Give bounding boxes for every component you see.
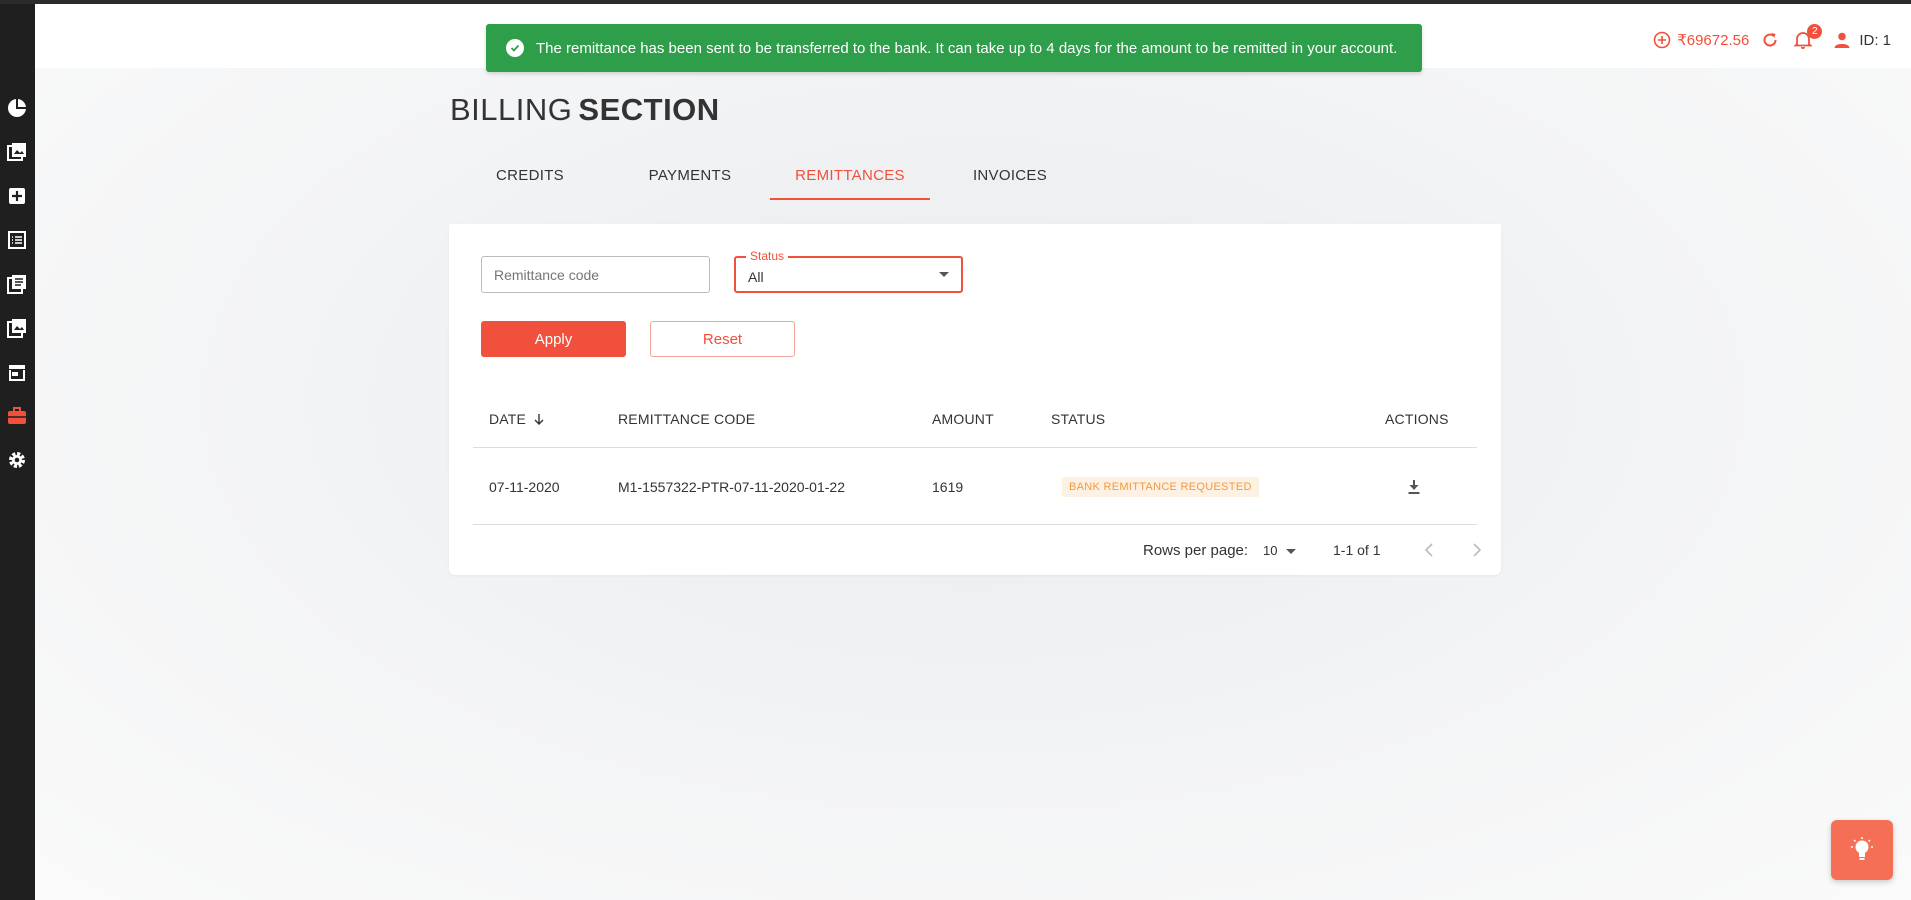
table-row: 07-11-2020 M1-1557322-PTR-07-11-2020-01-… (473, 449, 1477, 525)
rows-per-page-caret-icon[interactable] (1286, 549, 1296, 554)
remittance-code-input[interactable] (481, 256, 710, 293)
page-title-bold: SECTION (578, 92, 720, 127)
pagination: Rows per page: 10 1-1 of 1 (449, 525, 1501, 575)
pagination-range: 1-1 of 1 (1333, 542, 1381, 558)
success-toast: The remittance has been sent to be trans… (486, 24, 1422, 72)
images-icon[interactable] (5, 140, 29, 164)
dashboard-pie-icon[interactable] (5, 96, 29, 120)
page-title: BILLING SECTION (450, 92, 720, 128)
list-icon[interactable] (5, 228, 29, 252)
page-title-light: BILLING (450, 92, 573, 127)
column-header-amount: AMOUNT (932, 410, 994, 427)
add-credit-icon (1653, 31, 1671, 49)
billing-tabs: CREDITS PAYMENTS REMITTANCES INVOICES (450, 160, 1090, 200)
user-menu[interactable]: ID: 1 (1833, 31, 1891, 49)
toast-message: The remittance has been sent to be trans… (536, 39, 1398, 57)
sort-arrow-down-icon (534, 413, 544, 425)
status-select[interactable]: Status All (734, 249, 963, 293)
previous-page-chevron-icon[interactable] (1420, 541, 1438, 559)
credit-balance[interactable]: ₹69672.56 (1653, 31, 1749, 49)
user-id: ID: 1 (1859, 31, 1891, 49)
settings-gear-icon[interactable] (5, 448, 29, 472)
user-icon (1834, 32, 1850, 48)
column-header-status: STATUS (1051, 410, 1106, 427)
check-circle-icon (506, 39, 524, 57)
column-header-date[interactable]: DATE (489, 390, 546, 447)
status-select-value: All (748, 269, 764, 285)
lightbulb-icon (1851, 837, 1873, 860)
caret-down-icon (939, 272, 949, 277)
reset-button[interactable]: Reset (650, 321, 795, 357)
status-badge: BANK REMITTANCE REQUESTED (1062, 476, 1259, 497)
header-actions: ₹69672.56 2 ID: 1 (1653, 24, 1891, 52)
tips-lightbulb-button[interactable] (1831, 820, 1893, 880)
notifications-bell-icon[interactable]: 2 (1793, 24, 1823, 50)
photo-library-icon[interactable] (5, 316, 29, 340)
tab-payments[interactable]: PAYMENTS (610, 160, 770, 200)
refresh-icon[interactable] (1761, 31, 1779, 49)
notification-badge: 2 (1807, 24, 1823, 39)
table-header: DATE REMITTANCE CODE AMOUNT STATUS ACTIO… (473, 390, 1477, 448)
column-date-label: DATE (489, 410, 527, 427)
tab-credits[interactable]: CREDITS (450, 160, 610, 200)
remittances-card: Status All Apply Reset DATE REMITTANCE C… (449, 224, 1501, 575)
download-icon[interactable] (1407, 449, 1421, 524)
apply-button[interactable]: Apply (481, 321, 626, 357)
row-remittance-code: M1-1557322-PTR-07-11-2020-01-22 (618, 478, 845, 495)
tab-remittances[interactable]: REMITTANCES (770, 160, 930, 200)
filter-area: Status All Apply Reset (449, 224, 1501, 390)
credit-amount: ₹69672.56 (1677, 32, 1750, 49)
column-header-actions: ACTIONS (1385, 410, 1449, 427)
rows-per-page-select[interactable]: 10 (1263, 543, 1277, 558)
briefcase-icon[interactable] (5, 404, 29, 428)
next-page-chevron-icon[interactable] (1468, 541, 1486, 559)
sidebar (0, 4, 35, 900)
store-icon[interactable] (5, 360, 29, 384)
column-header-remittance-code: REMITTANCE CODE (618, 410, 756, 427)
row-status: BANK REMITTANCE REQUESTED (1051, 449, 1259, 524)
rows-per-page-label: Rows per page: (1143, 542, 1249, 559)
row-date: 07-11-2020 (489, 478, 560, 495)
row-amount: 1619 (932, 478, 964, 495)
tab-invoices[interactable]: INVOICES (930, 160, 1090, 200)
library-books-icon[interactable] (5, 272, 29, 296)
add-box-icon[interactable] (5, 184, 29, 208)
status-select-label: Status (746, 249, 789, 263)
